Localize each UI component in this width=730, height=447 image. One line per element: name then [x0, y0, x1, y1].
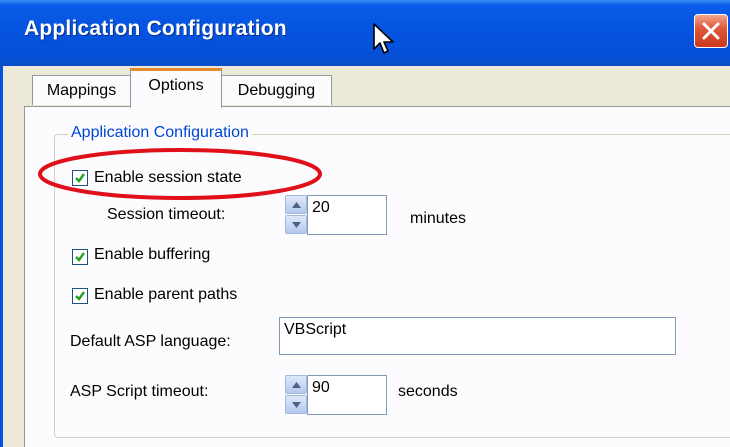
- script-timeout-value: 90: [312, 379, 330, 396]
- session-state-label: Enable session state: [94, 169, 242, 186]
- script-timeout-label: ASP Script timeout:: [70, 383, 209, 400]
- arrow-up-icon: [292, 382, 301, 388]
- tab-mappings-label: Mappings: [46, 82, 117, 99]
- session-timeout-stepper[interactable]: [285, 195, 307, 235]
- parent-paths-checkbox[interactable]: [72, 288, 88, 304]
- buffering-checkbox[interactable]: [72, 249, 88, 265]
- script-timeout-input[interactable]: 90: [307, 375, 387, 415]
- session-state-checkbox[interactable]: [72, 170, 88, 186]
- asp-language-input[interactable]: VBScript: [279, 317, 676, 355]
- session-timeout-input[interactable]: 20: [307, 195, 387, 235]
- checkmark-icon: [75, 291, 85, 301]
- script-timeout-unit: seconds: [398, 383, 458, 400]
- asp-language-value: VBScript: [284, 321, 347, 338]
- session-timeout-unit: minutes: [410, 210, 467, 227]
- tab-options-label: Options: [148, 77, 204, 94]
- spin-up-button[interactable]: [285, 195, 307, 214]
- asp-language-label: Default ASP language:: [70, 333, 231, 350]
- close-icon: [702, 22, 720, 40]
- spin-up-button[interactable]: [285, 375, 307, 394]
- window-title: Application Configuration: [24, 17, 287, 40]
- tab-mappings[interactable]: Mappings: [32, 75, 131, 105]
- arrow-down-icon: [292, 222, 301, 228]
- spin-down-button[interactable]: [285, 395, 307, 414]
- session-timeout-label: Session timeout:: [107, 206, 226, 223]
- tab-debugging[interactable]: Debugging: [221, 75, 332, 105]
- script-timeout-stepper[interactable]: [285, 375, 307, 415]
- arrow-down-icon: [292, 402, 301, 408]
- spin-down-button[interactable]: [285, 215, 307, 234]
- group-legend: Application Configuration: [68, 124, 252, 142]
- close-button[interactable]: [694, 14, 728, 48]
- session-timeout-value: 20: [312, 199, 330, 216]
- arrow-up-icon: [292, 202, 301, 208]
- checkmark-icon: [75, 252, 85, 262]
- mouse-cursor-icon: [373, 23, 394, 54]
- tab-debugging-label: Debugging: [237, 82, 316, 99]
- buffering-label: Enable buffering: [94, 246, 211, 263]
- checkmark-icon: [75, 173, 85, 183]
- tab-options[interactable]: Options: [130, 68, 222, 108]
- parent-paths-label: Enable parent paths: [94, 286, 238, 303]
- title-bar: Application Configuration: [0, 0, 730, 66]
